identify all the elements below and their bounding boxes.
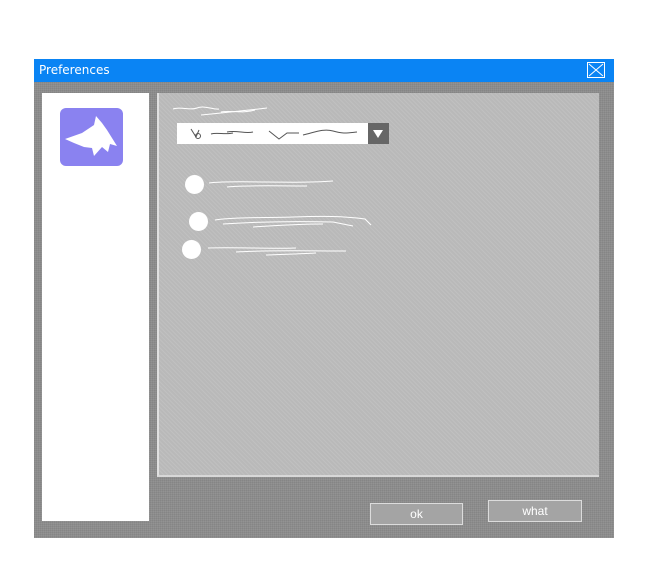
title-bar[interactable]: Preferences	[34, 59, 614, 82]
ok-button[interactable]: ok	[370, 503, 463, 525]
radio-label-scribble	[207, 247, 347, 256]
radio-option-1[interactable]	[185, 174, 425, 196]
dropdown-selected-scribble	[190, 128, 358, 140]
shark-logo-icon	[60, 108, 123, 166]
mode-dropdown[interactable]	[177, 123, 389, 144]
radio-label-scribble	[208, 180, 334, 188]
chevron-down-icon[interactable]	[368, 123, 389, 144]
settings-panel	[157, 93, 599, 477]
what-button[interactable]: what	[488, 500, 582, 522]
radio-option-2[interactable]	[189, 211, 429, 233]
close-icon	[588, 63, 604, 77]
window-title: Preferences	[39, 63, 110, 77]
radio-label-scribble	[214, 215, 372, 228]
preferences-window: Preferences ok what	[34, 59, 614, 538]
radio-option-3[interactable]	[182, 239, 422, 261]
close-button[interactable]	[587, 62, 605, 78]
sidebar	[42, 93, 149, 521]
radio-button[interactable]	[182, 240, 201, 259]
scribbled-heading	[172, 106, 268, 116]
radio-button[interactable]	[185, 175, 204, 194]
radio-button[interactable]	[189, 212, 208, 231]
